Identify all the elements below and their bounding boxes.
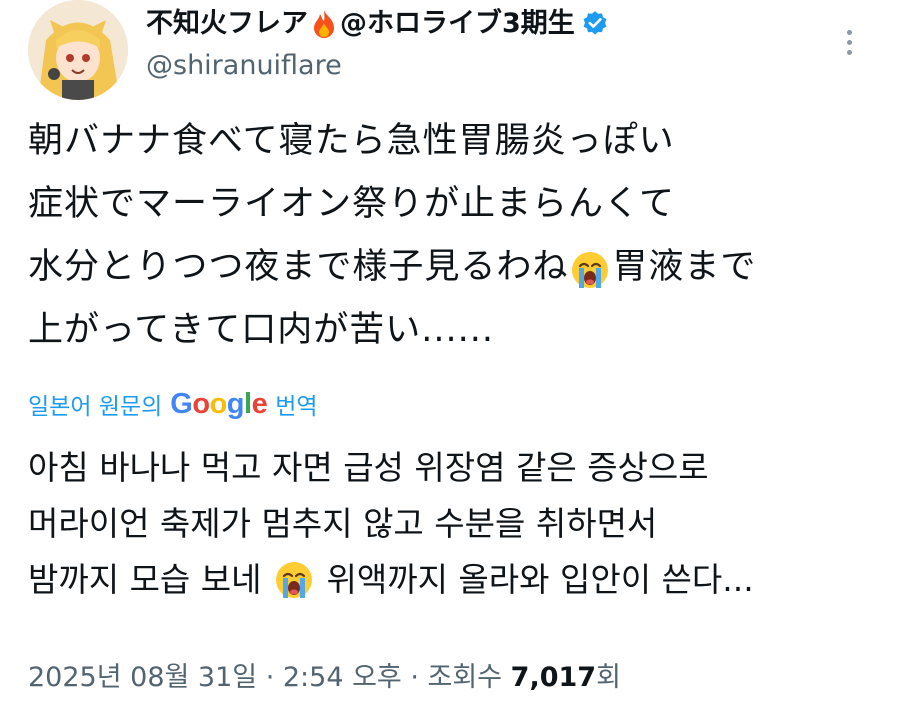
- views-label: 조회수: [427, 662, 503, 693]
- tweet-time[interactable]: 2:54 오후: [283, 662, 402, 693]
- translated-line-text: 위액까지 올라와 입안이 쓴다...: [316, 560, 754, 599]
- meta-separator: ·: [401, 662, 428, 693]
- tweet-line: 朝バナナ食べて寝たら急性胃腸炎っぽい: [28, 121, 675, 161]
- tweet-header: 不知火フレア @ホロライブ3期生 @shiranuiflare: [28, 0, 872, 100]
- loudly-crying-face-icon: [570, 248, 610, 288]
- views-count: 7,017: [510, 662, 597, 693]
- fire-icon: [310, 9, 338, 39]
- meta-separator: ·: [257, 662, 283, 693]
- views-unit: 회: [596, 662, 621, 693]
- verified-badge-icon: [581, 10, 609, 38]
- tweet-meta: 2025년 08월 31일 · 2:54 오후 · 조회수 7,017회: [28, 658, 621, 698]
- display-name-text: 不知火フレア: [146, 8, 308, 39]
- avatar-illustration: [28, 0, 128, 100]
- translated-line: 밤까지 모습 보네 위액까지 올라와 입안이 쓴다...: [28, 552, 868, 608]
- loudly-crying-face-icon: [274, 560, 314, 600]
- tweet-date[interactable]: 2025년 08월 31일: [28, 662, 257, 693]
- more-vertical-icon: [847, 30, 852, 35]
- tweet-line-text: 胃液まで: [612, 247, 757, 287]
- translated-line-text: 밤까지 모습 보네: [28, 560, 272, 599]
- translated-body: 아침 바나나 먹고 자면 급성 위장염 같은 증상으로 머라이언 축제가 멈추지…: [28, 440, 868, 608]
- translation-suffix: 번역: [275, 394, 318, 420]
- translation-attribution-link[interactable]: 일본어 원문의 Google 번역: [28, 384, 318, 424]
- google-logo: Google: [170, 387, 268, 420]
- more-options-button[interactable]: [838, 22, 862, 62]
- tweet-line-text: 水分とりつつ夜まで様子見るわね: [28, 247, 569, 287]
- tweet-line: 水分とりつつ夜まで様子見るわね 胃液まで: [28, 236, 868, 299]
- tweet-line: 症状でマーライオン祭りが止まらんくて: [28, 184, 675, 224]
- translated-line: 머라이언 축제가 멈추지 않고 수분을 취하면서: [28, 504, 658, 543]
- user-handle[interactable]: @shiranuiflare: [146, 48, 609, 84]
- translated-line: 아침 바나나 먹고 자면 급성 위장염 같은 증상으로: [28, 448, 709, 487]
- tweet-body: 朝バナナ食べて寝たら急性胃腸炎っぽい 症状でマーライオン祭りが止まらんくて 水分…: [28, 110, 868, 362]
- avatar[interactable]: [28, 0, 128, 100]
- display-name-suffix: @ホロライブ3期生: [340, 8, 575, 39]
- translation-label: 일본어 원문의: [28, 394, 163, 420]
- display-name[interactable]: 不知火フレア @ホロライブ3期生: [146, 6, 609, 42]
- tweet-line: 上がってきて口内が苦い......: [28, 310, 494, 350]
